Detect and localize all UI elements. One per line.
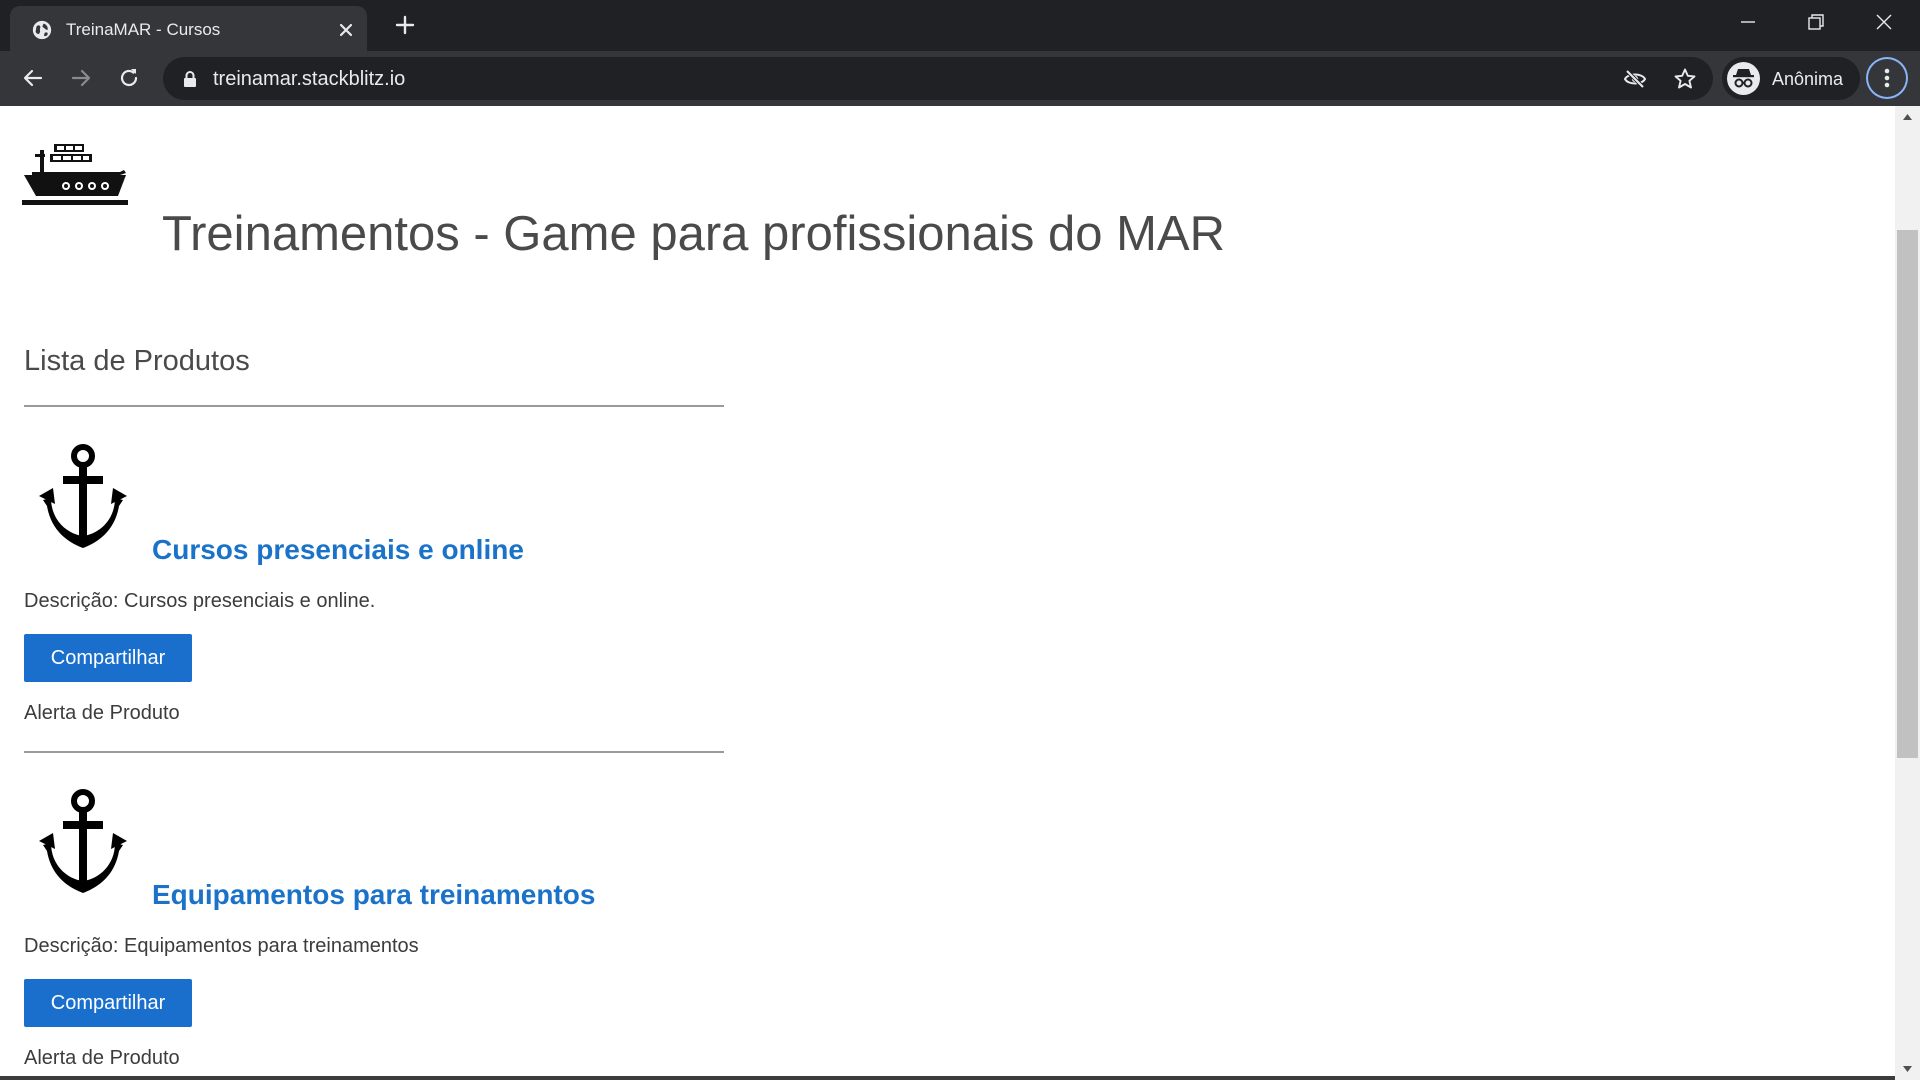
- product-name-link[interactable]: Equipamentos para treinamentos: [152, 878, 595, 912]
- minimize-icon: [1741, 21, 1755, 23]
- globe-icon: [32, 20, 52, 40]
- product-description: Descrição: Cursos presenciais e online.: [24, 590, 376, 612]
- profile-label: Anônima: [1772, 69, 1844, 89]
- restore-button[interactable]: [1782, 0, 1850, 44]
- address-bar[interactable]: treinamar.stackblitz.io: [163, 57, 1713, 100]
- page-content: Treinamentos - Game para profissionais d…: [0, 106, 1895, 1080]
- page-title: Treinamentos - Game para profissionais d…: [162, 207, 1225, 261]
- product-alert-text: Alerta de Produto: [24, 702, 180, 724]
- close-window-button[interactable]: [1850, 0, 1918, 44]
- forward-button[interactable]: [66, 63, 96, 93]
- scrollbar-thumb[interactable]: [1897, 230, 1918, 758]
- scroll-up-button[interactable]: [1895, 106, 1920, 128]
- more-vertical-icon: [1884, 68, 1890, 88]
- reload-icon: [120, 69, 138, 87]
- product-list-heading: Lista de Produtos: [24, 345, 250, 377]
- arrow-left-icon: [23, 69, 43, 87]
- arrow-right-icon: [71, 69, 91, 87]
- triangle-up-icon: [1903, 114, 1912, 120]
- vertical-scrollbar[interactable]: [1895, 106, 1920, 1080]
- product-name-link[interactable]: Cursos presenciais e online: [152, 533, 524, 567]
- close-tab-icon[interactable]: [336, 20, 356, 40]
- reload-button[interactable]: [114, 63, 144, 93]
- share-button[interactable]: Compartilhar: [24, 634, 192, 682]
- minimize-button[interactable]: [1714, 0, 1782, 44]
- browser-tab[interactable]: TreinaMAR - Cursos: [10, 6, 367, 51]
- star-icon[interactable]: [1673, 67, 1697, 91]
- incognito-icon: [1727, 62, 1760, 95]
- restore-icon: [1808, 14, 1824, 30]
- browser-toolbar: treinamar.stackblitz.io Anônima: [0, 51, 1920, 106]
- new-tab-icon[interactable]: [393, 13, 417, 37]
- lock-icon[interactable]: [182, 70, 198, 88]
- anchor-icon: [39, 789, 127, 893]
- share-button[interactable]: Compartilhar: [24, 979, 192, 1027]
- product-item: Cursos presenciais e online Descrição: C…: [24, 442, 844, 772]
- close-window-icon: [1876, 14, 1892, 30]
- url-text[interactable]: treinamar.stackblitz.io: [213, 68, 405, 90]
- triangle-down-icon: [1903, 1066, 1912, 1072]
- divider: [24, 751, 724, 753]
- incognito-profile-button[interactable]: Anônima: [1722, 57, 1860, 100]
- window-bottom-edge: [0, 1076, 1895, 1080]
- eye-off-icon[interactable]: [1623, 67, 1647, 91]
- product-item: Equipamentos para treinamentos Descrição…: [24, 787, 844, 1080]
- ship-icon: [22, 144, 128, 205]
- tab-title: TreinaMAR - Cursos: [66, 20, 221, 39]
- scroll-down-button[interactable]: [1895, 1058, 1920, 1080]
- browser-menu-button[interactable]: [1866, 57, 1908, 99]
- anchor-icon: [39, 444, 127, 548]
- product-alert-text: Alerta de Produto: [24, 1047, 180, 1069]
- divider: [24, 405, 724, 407]
- product-description: Descrição: Equipamentos para treinamento…: [24, 935, 419, 957]
- back-button[interactable]: [18, 63, 48, 93]
- browser-titlebar: TreinaMAR - Cursos: [0, 0, 1920, 51]
